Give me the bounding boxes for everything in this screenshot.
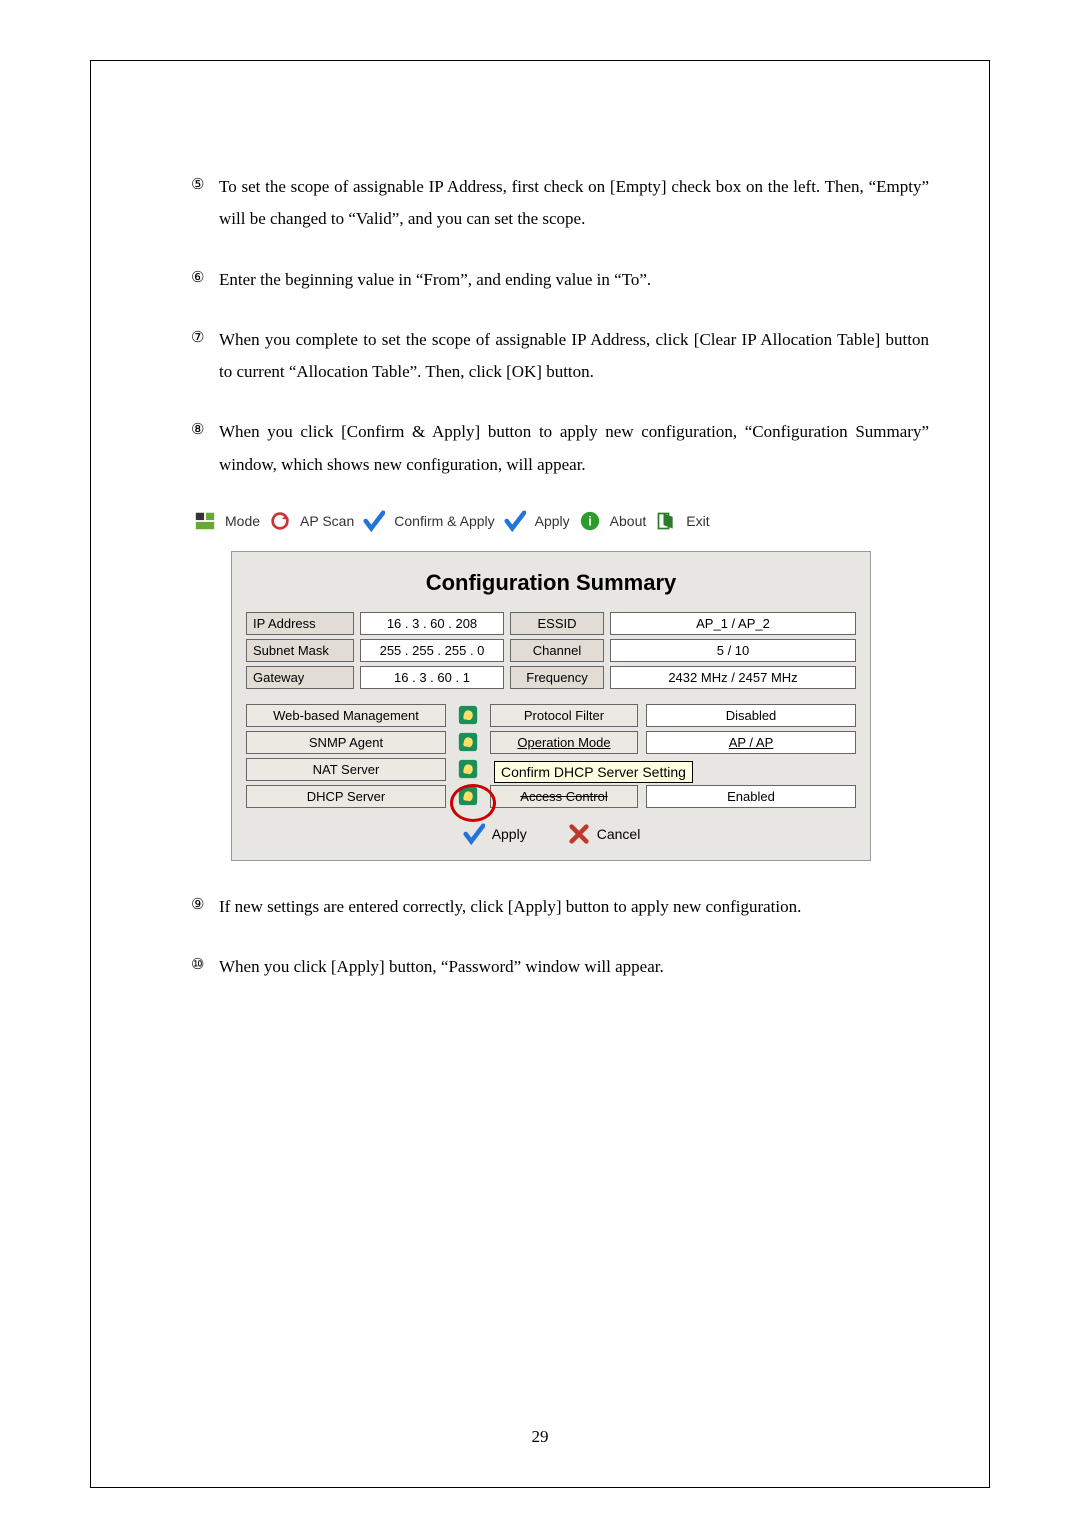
apscan-button[interactable]: AP Scan xyxy=(296,511,358,531)
list-marker: ⑦ xyxy=(191,324,219,389)
list-item-7: ⑦ When you complete to set the scope of … xyxy=(191,324,929,389)
list-text: When you complete to set the scope of as… xyxy=(219,324,929,389)
list-text: To set the scope of assignable IP Addres… xyxy=(219,171,929,236)
list-item-8: ⑧ When you click [Confirm & Apply] butto… xyxy=(191,416,929,481)
link-icon[interactable] xyxy=(454,757,482,781)
confirm-apply-button[interactable]: Confirm & Apply xyxy=(390,511,498,531)
app-icon xyxy=(193,509,217,533)
list-marker: ⑨ xyxy=(191,891,219,923)
dhcp-tooltip: Confirm DHCP Server Setting xyxy=(494,761,693,783)
channel-label: Channel xyxy=(510,639,604,662)
essid-value: AP_1 / AP_2 xyxy=(610,612,856,635)
exit-icon xyxy=(654,509,678,533)
access-control-label: Access Control xyxy=(490,785,638,808)
exit-label: Exit xyxy=(686,513,709,529)
page-number: 29 xyxy=(91,1427,989,1447)
info-icon: i xyxy=(578,509,602,533)
list-item-5: ⑤ To set the scope of assignable IP Addr… xyxy=(191,171,929,236)
about-label: About xyxy=(610,513,647,529)
refresh-icon xyxy=(268,509,292,533)
operation-mode-value: AP / AP xyxy=(646,731,856,754)
dhcp-server-label: DHCP Server xyxy=(246,785,446,808)
svg-text:i: i xyxy=(588,514,592,529)
config-summary-panel: Configuration Summary IP Address 16 . 3 … xyxy=(231,551,871,861)
gateway-label: Gateway xyxy=(246,666,354,689)
app-toolbar: Mode AP Scan Confirm & Apply xyxy=(191,509,929,533)
list-marker: ⑩ xyxy=(191,951,219,983)
ip-address-label: IP Address xyxy=(246,612,354,635)
link-icon[interactable] xyxy=(454,703,482,727)
protocol-filter-value: Disabled xyxy=(646,704,856,727)
list-marker: ⑤ xyxy=(191,171,219,236)
apply-label: Apply xyxy=(535,513,570,529)
subnet-label: Subnet Mask xyxy=(246,639,354,662)
frequency-value: 2432 MHz / 2457 MHz xyxy=(610,666,856,689)
about-button[interactable]: About xyxy=(606,511,651,531)
cancel-label: Cancel xyxy=(597,826,641,842)
confirm-apply-label: Confirm & Apply xyxy=(394,513,494,529)
subnet-value: 255 . 255 . 255 . 0 xyxy=(360,639,504,662)
mode-label: Mode xyxy=(225,513,260,529)
mode-button[interactable]: Mode xyxy=(221,511,264,531)
check-icon xyxy=(503,509,527,533)
apscan-label: AP Scan xyxy=(300,513,354,529)
list-text: When you click [Confirm & Apply] button … xyxy=(219,416,929,481)
exit-button[interactable]: Exit xyxy=(682,511,713,531)
config-summary-screenshot: Mode AP Scan Confirm & Apply xyxy=(191,509,929,861)
frequency-label: Frequency xyxy=(510,666,604,689)
summary-cancel-button[interactable]: Cancel xyxy=(567,822,641,846)
list-marker: ⑧ xyxy=(191,416,219,481)
list-text: When you click [Apply] button, “Password… xyxy=(219,951,929,983)
gateway-value: 16 . 3 . 60 . 1 xyxy=(360,666,504,689)
check-icon xyxy=(462,822,486,846)
list-text: Enter the beginning value in “From”, and… xyxy=(219,264,929,296)
list-text: If new settings are entered correctly, c… xyxy=(219,891,929,923)
essid-label: ESSID xyxy=(510,612,604,635)
nat-server-label: NAT Server xyxy=(246,758,446,781)
ip-address-value: 16 . 3 . 60 . 208 xyxy=(360,612,504,635)
list-marker: ⑥ xyxy=(191,264,219,296)
protocol-filter-label: Protocol Filter xyxy=(490,704,638,727)
snmp-agent-label: SNMP Agent xyxy=(246,731,446,754)
channel-value: 5 / 10 xyxy=(610,639,856,662)
list-item-6: ⑥ Enter the beginning value in “From”, a… xyxy=(191,264,929,296)
access-control-value: Enabled xyxy=(646,785,856,808)
callout-circle-icon xyxy=(450,784,496,822)
web-mgmt-label: Web-based Management xyxy=(246,704,446,727)
apply-label: Apply xyxy=(492,826,527,842)
apply-button[interactable]: Apply xyxy=(531,511,574,531)
panel-title: Configuration Summary xyxy=(246,570,856,596)
operation-mode-label: Operation Mode xyxy=(490,731,638,754)
list-item-10: ⑩ When you click [Apply] button, “Passwo… xyxy=(191,951,929,983)
x-icon xyxy=(567,822,591,846)
summary-apply-button[interactable]: Apply xyxy=(462,822,527,846)
link-icon[interactable] xyxy=(454,730,482,754)
list-item-9: ⑨ If new settings are entered correctly,… xyxy=(191,891,929,923)
check-icon xyxy=(362,509,386,533)
